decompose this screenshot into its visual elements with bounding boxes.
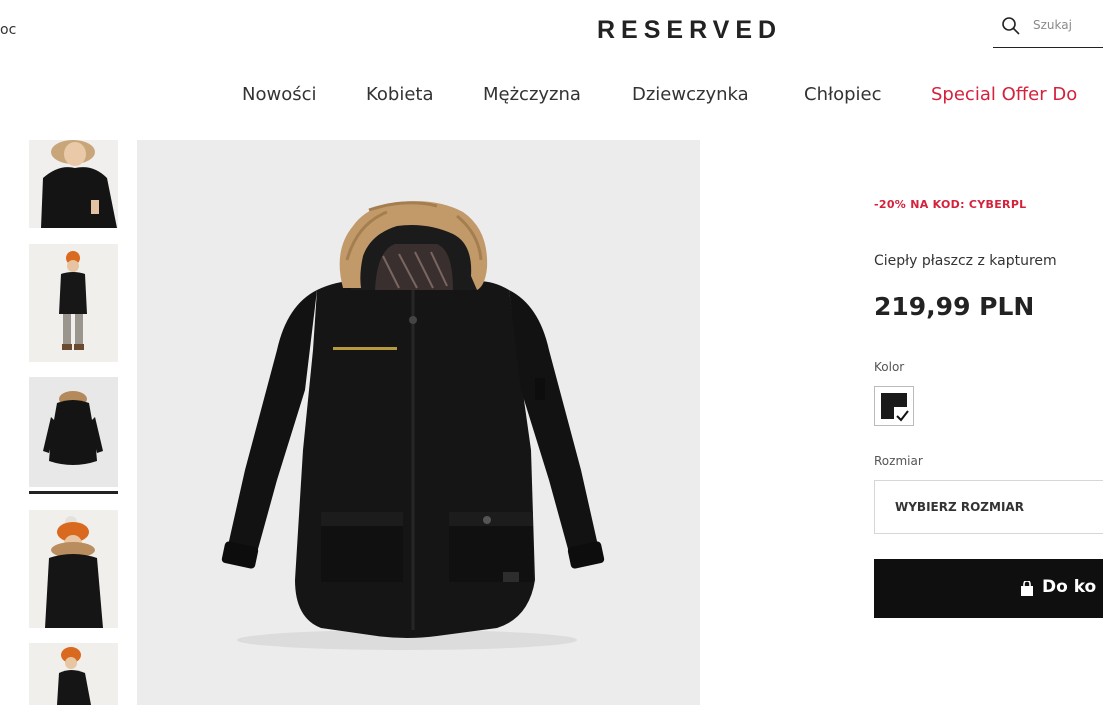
nav-item-kobieta[interactable]: Kobieta xyxy=(366,84,434,105)
brand-logo[interactable]: RESERVED xyxy=(597,16,782,45)
search-icon[interactable] xyxy=(1001,16,1021,36)
nav-item-nowosci[interactable]: Nowości xyxy=(242,84,317,105)
shopping-bag-icon xyxy=(1021,581,1033,596)
thumbnail-image[interactable] xyxy=(29,510,118,628)
main-navigation: Nowości Kobieta Mężczyzna Dziewczynka Ch… xyxy=(0,84,1103,110)
checkmark-icon xyxy=(894,407,911,424)
main-product-image[interactable] xyxy=(137,140,700,705)
active-thumbnail-indicator xyxy=(29,491,118,494)
add-to-cart-label: Do ko xyxy=(1042,577,1097,597)
nav-item-dziewczynka[interactable]: Dziewczynka xyxy=(632,84,749,105)
help-link[interactable]: oc xyxy=(0,22,16,38)
thumbnail-image[interactable] xyxy=(29,244,118,362)
thumbnail-image[interactable] xyxy=(29,140,118,228)
color-swatch-black[interactable] xyxy=(874,386,914,426)
promo-code-banner: -20% NA KOD: CYBERPL xyxy=(874,198,1027,211)
thumbnail-image[interactable] xyxy=(29,377,118,487)
search-bar[interactable] xyxy=(993,8,1103,48)
size-label: Rozmiar xyxy=(874,454,923,468)
nav-item-special-offer[interactable]: Special Offer Do xyxy=(931,84,1077,105)
search-input[interactable] xyxy=(1033,18,1097,32)
color-label: Kolor xyxy=(874,360,905,374)
product-price: 219,99 PLN xyxy=(874,292,1035,321)
nav-item-mezczyzna[interactable]: Mężczyzna xyxy=(483,84,581,105)
nav-item-chlopiec[interactable]: Chłopiec xyxy=(804,84,882,105)
size-dropdown[interactable]: WYBIERZ ROZMIAR xyxy=(874,480,1103,534)
product-title: Ciepły płaszcz z kapturem xyxy=(874,253,1057,269)
size-dropdown-placeholder: WYBIERZ ROZMIAR xyxy=(895,500,1024,514)
thumbnail-image[interactable] xyxy=(29,643,118,705)
add-to-cart-button[interactable]: Do ko xyxy=(874,559,1103,618)
